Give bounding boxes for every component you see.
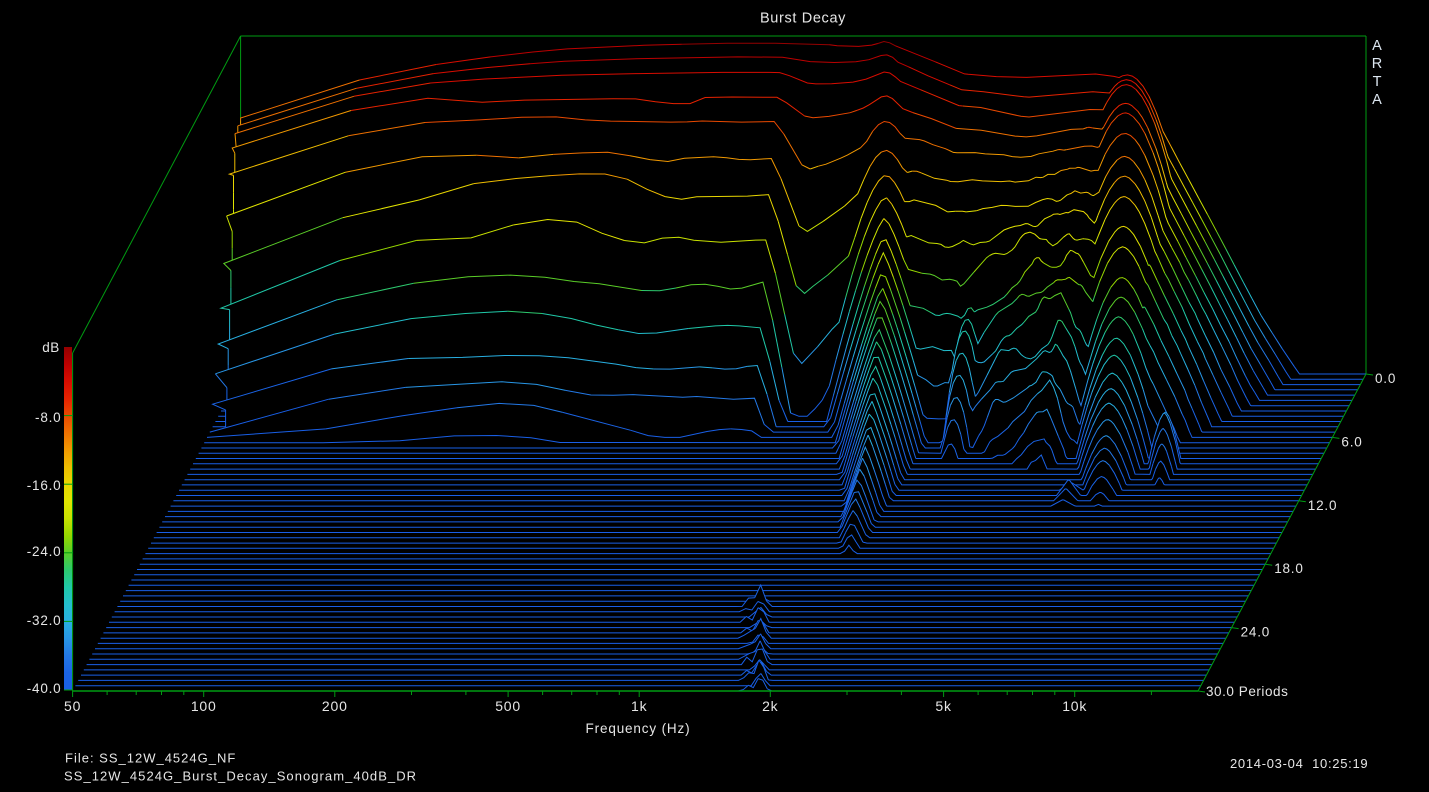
svg-text:T: T — [1373, 74, 1382, 90]
svg-text:10k: 10k — [1062, 698, 1087, 714]
svg-text:12.0: 12.0 — [1308, 498, 1337, 513]
svg-text:50: 50 — [64, 698, 81, 714]
svg-text:Burst Decay: Burst Decay — [760, 11, 846, 27]
svg-text:100: 100 — [191, 698, 217, 714]
svg-text:6.0: 6.0 — [1341, 434, 1362, 449]
svg-text:5k: 5k — [935, 698, 952, 714]
svg-text:24.0: 24.0 — [1241, 625, 1270, 640]
svg-text:18.0: 18.0 — [1274, 561, 1303, 576]
svg-text:0.0: 0.0 — [1375, 371, 1396, 386]
svg-text:2014-03-04 10:25:19: 2014-03-04 10:25:19 — [1230, 756, 1368, 771]
svg-text:R: R — [1372, 56, 1382, 72]
svg-text:1k: 1k — [631, 698, 648, 714]
svg-text:30.0 Periods: 30.0 Periods — [1206, 684, 1288, 699]
svg-text:dB: dB — [42, 340, 60, 355]
svg-text:500: 500 — [495, 698, 521, 714]
svg-text:A: A — [1372, 38, 1382, 54]
svg-text:-24.0: -24.0 — [27, 544, 62, 559]
svg-text:A: A — [1372, 92, 1382, 108]
svg-text:File: SS_12W_4524G_NF: File: SS_12W_4524G_NF — [65, 751, 236, 766]
svg-text:-32.0: -32.0 — [27, 613, 62, 628]
svg-text:-40.0: -40.0 — [27, 681, 62, 696]
svg-text:SS_12W_4524G_Burst_Decay_Sonog: SS_12W_4524G_Burst_Decay_Sonogram_40dB_D… — [64, 769, 417, 784]
svg-text:-16.0: -16.0 — [27, 478, 62, 493]
svg-text:2k: 2k — [762, 698, 779, 714]
svg-text:-8.0: -8.0 — [35, 410, 61, 425]
svg-text:Frequency (Hz): Frequency (Hz) — [586, 721, 691, 736]
svg-text:200: 200 — [322, 698, 348, 714]
